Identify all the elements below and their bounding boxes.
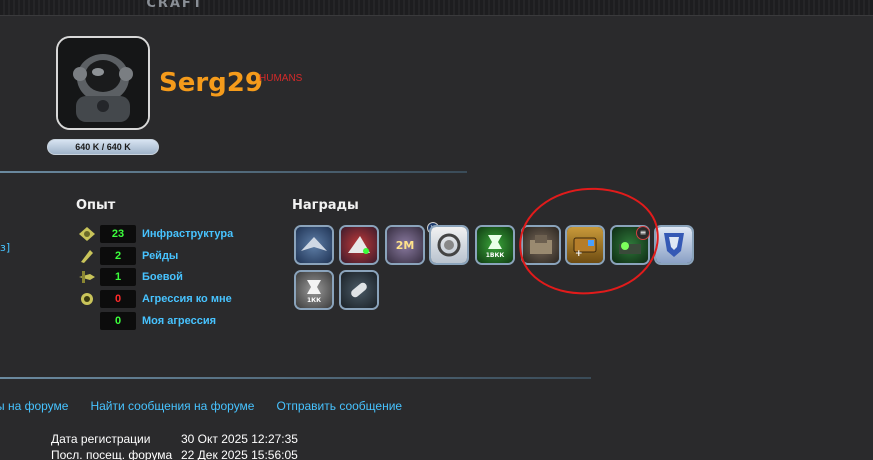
forum-topics-link[interactable]: ы на форуме <box>0 399 68 413</box>
stat-value: 0 <box>100 312 136 330</box>
site-logo[interactable]: CRAFT <box>138 0 212 14</box>
registration-label: Дата регистрации <box>51 432 151 446</box>
last-visit-row: Посл. посещ. форума 22 Дек 2025 15:56:05 <box>51 448 298 460</box>
stat-value: 1 <box>100 268 136 286</box>
aggression-to-me-icon <box>78 291 96 307</box>
section-divider-bottom <box>0 377 591 379</box>
top-navigation-bar <box>0 0 873 16</box>
profile-links: ы на форуме Найти сообщения на форуме От… <box>0 399 402 413</box>
stat-row: 0 Моя агрессия <box>78 311 216 331</box>
combat-icon <box>78 269 96 285</box>
stat-label-link[interactable]: Моя агрессия <box>142 315 216 327</box>
stat-label-link[interactable]: Боевой <box>142 271 183 283</box>
side-link[interactable]: з] <box>0 241 10 254</box>
last-visit-label: Посл. посещ. форума <box>51 448 173 460</box>
gray-1kk-award-icon[interactable]: 1КК <box>294 270 334 310</box>
energy-bar: 640 K / 640 K <box>47 139 159 155</box>
stat-row: 0 Агрессия ко мне <box>78 289 232 309</box>
find-posts-link[interactable]: Найти сообщения на форуме <box>90 399 254 413</box>
stat-row: 1 Боевой <box>78 267 183 287</box>
stat-label-link[interactable]: Инфраструктура <box>142 228 233 240</box>
race-label: HUMANS <box>259 73 303 84</box>
experience-title: Опыт <box>76 198 116 213</box>
raids-icon <box>78 248 96 264</box>
magnifier-award-icon[interactable] <box>429 225 469 265</box>
stat-row: 2 Рейды <box>78 246 178 266</box>
stat-row: 23 Инфраструктура <box>78 224 233 244</box>
username: Serg29 <box>159 68 263 98</box>
capsule-award-icon[interactable] <box>339 270 379 310</box>
red-ship-award-icon[interactable] <box>339 225 379 265</box>
stat-value: 0 <box>100 290 136 308</box>
section-divider-top <box>0 171 467 173</box>
green-1kk-award-icon[interactable]: 1ВКК <box>475 225 515 265</box>
stat-label-link[interactable]: Агрессия ко мне <box>142 293 232 305</box>
2m-award-icon[interactable]: 2M <box>385 225 425 265</box>
send-message-link[interactable]: Отправить сообщение <box>276 399 402 413</box>
stat-value: 2 <box>100 247 136 265</box>
infrastructure-icon <box>78 226 96 242</box>
avatar[interactable] <box>56 36 150 130</box>
awards-title: Награды <box>292 198 359 213</box>
registration-row: Дата регистрации 30 Окт 2025 12:27:35 <box>51 432 298 446</box>
stat-value: 23 <box>100 225 136 243</box>
faction-award-icon[interactable] <box>654 225 694 265</box>
my-aggression-icon <box>78 313 96 329</box>
last-visit-value: 22 Дек 2025 15:56:05 <box>181 448 298 460</box>
astronaut-avatar-icon <box>58 38 148 128</box>
spaceship-award-icon[interactable] <box>294 225 334 265</box>
registration-value: 30 Окт 2025 12:27:35 <box>181 432 298 446</box>
stat-label-link[interactable]: Рейды <box>142 250 178 262</box>
annotation-circle <box>513 180 665 302</box>
